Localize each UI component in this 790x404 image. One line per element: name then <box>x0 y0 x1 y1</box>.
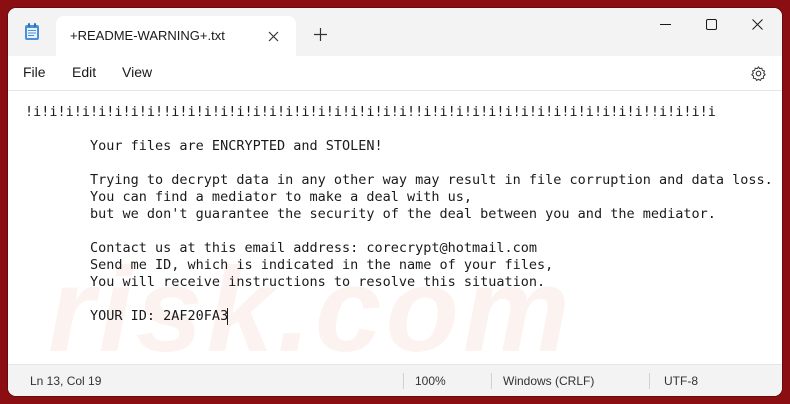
encoding[interactable]: UTF-8 <box>664 374 698 388</box>
text-line: YOUR ID: 2AF20FA3 <box>25 308 229 324</box>
minimize-button[interactable] <box>642 8 688 40</box>
text-line: Contact us at this email address: corecr… <box>25 240 538 256</box>
menu-view[interactable]: View <box>122 64 152 80</box>
maximize-icon <box>705 18 717 30</box>
text-line: but we don't guarantee the security of t… <box>25 206 716 222</box>
status-divider <box>649 373 650 389</box>
notepad-icon <box>25 23 39 40</box>
text-line: Trying to decrypt data in any other way … <box>25 172 773 188</box>
tab-readme-warning[interactable]: +README-WARNING+.txt <box>56 16 296 56</box>
text-line: You can find a mediator to make a deal w… <box>25 189 473 205</box>
text-line: Your files are ENCRYPTED and STOLEN! <box>25 138 383 154</box>
menu-bar: File Edit View <box>8 56 782 91</box>
zoom-level[interactable]: 100% <box>415 374 446 388</box>
status-divider <box>491 373 492 389</box>
menu-file[interactable]: File <box>23 64 46 80</box>
maximize-button[interactable] <box>688 8 734 40</box>
tab-title: +README-WARNING+.txt <box>70 28 225 43</box>
text-cursor <box>227 308 228 325</box>
plus-icon <box>313 27 327 41</box>
gear-icon <box>750 65 766 81</box>
status-bar: Ln 13, Col 19 100% Windows (CRLF) UTF-8 <box>8 364 782 396</box>
notepad-window: +README-WARNING+.txt File Edit View risk… <box>8 8 782 396</box>
line-ending[interactable]: Windows (CRLF) <box>503 374 594 388</box>
status-divider <box>403 373 404 389</box>
text-line: !i!i!i!i!i!i!i!i!!i!i!i!i!i!i!i!i!i!i!i!… <box>25 104 716 120</box>
close-icon <box>751 18 763 30</box>
new-tab-button[interactable] <box>306 20 334 48</box>
text-line: You will receive instructions to resolve… <box>25 274 546 290</box>
text-editor[interactable]: risk.com !i!i!i!i!i!i!i!i!!i!i!i!i!i!i!i… <box>8 91 782 363</box>
close-window-button[interactable] <box>734 8 780 40</box>
tab-close-button[interactable] <box>261 24 285 48</box>
settings-button[interactable] <box>746 61 770 85</box>
text-line: Send me ID, which is indicated in the na… <box>25 257 554 273</box>
menu-edit[interactable]: Edit <box>72 64 96 80</box>
minimize-icon <box>659 23 671 25</box>
cursor-position: Ln 13, Col 19 <box>30 374 102 388</box>
title-bar[interactable]: +README-WARNING+.txt <box>8 8 782 56</box>
close-icon <box>268 31 278 41</box>
